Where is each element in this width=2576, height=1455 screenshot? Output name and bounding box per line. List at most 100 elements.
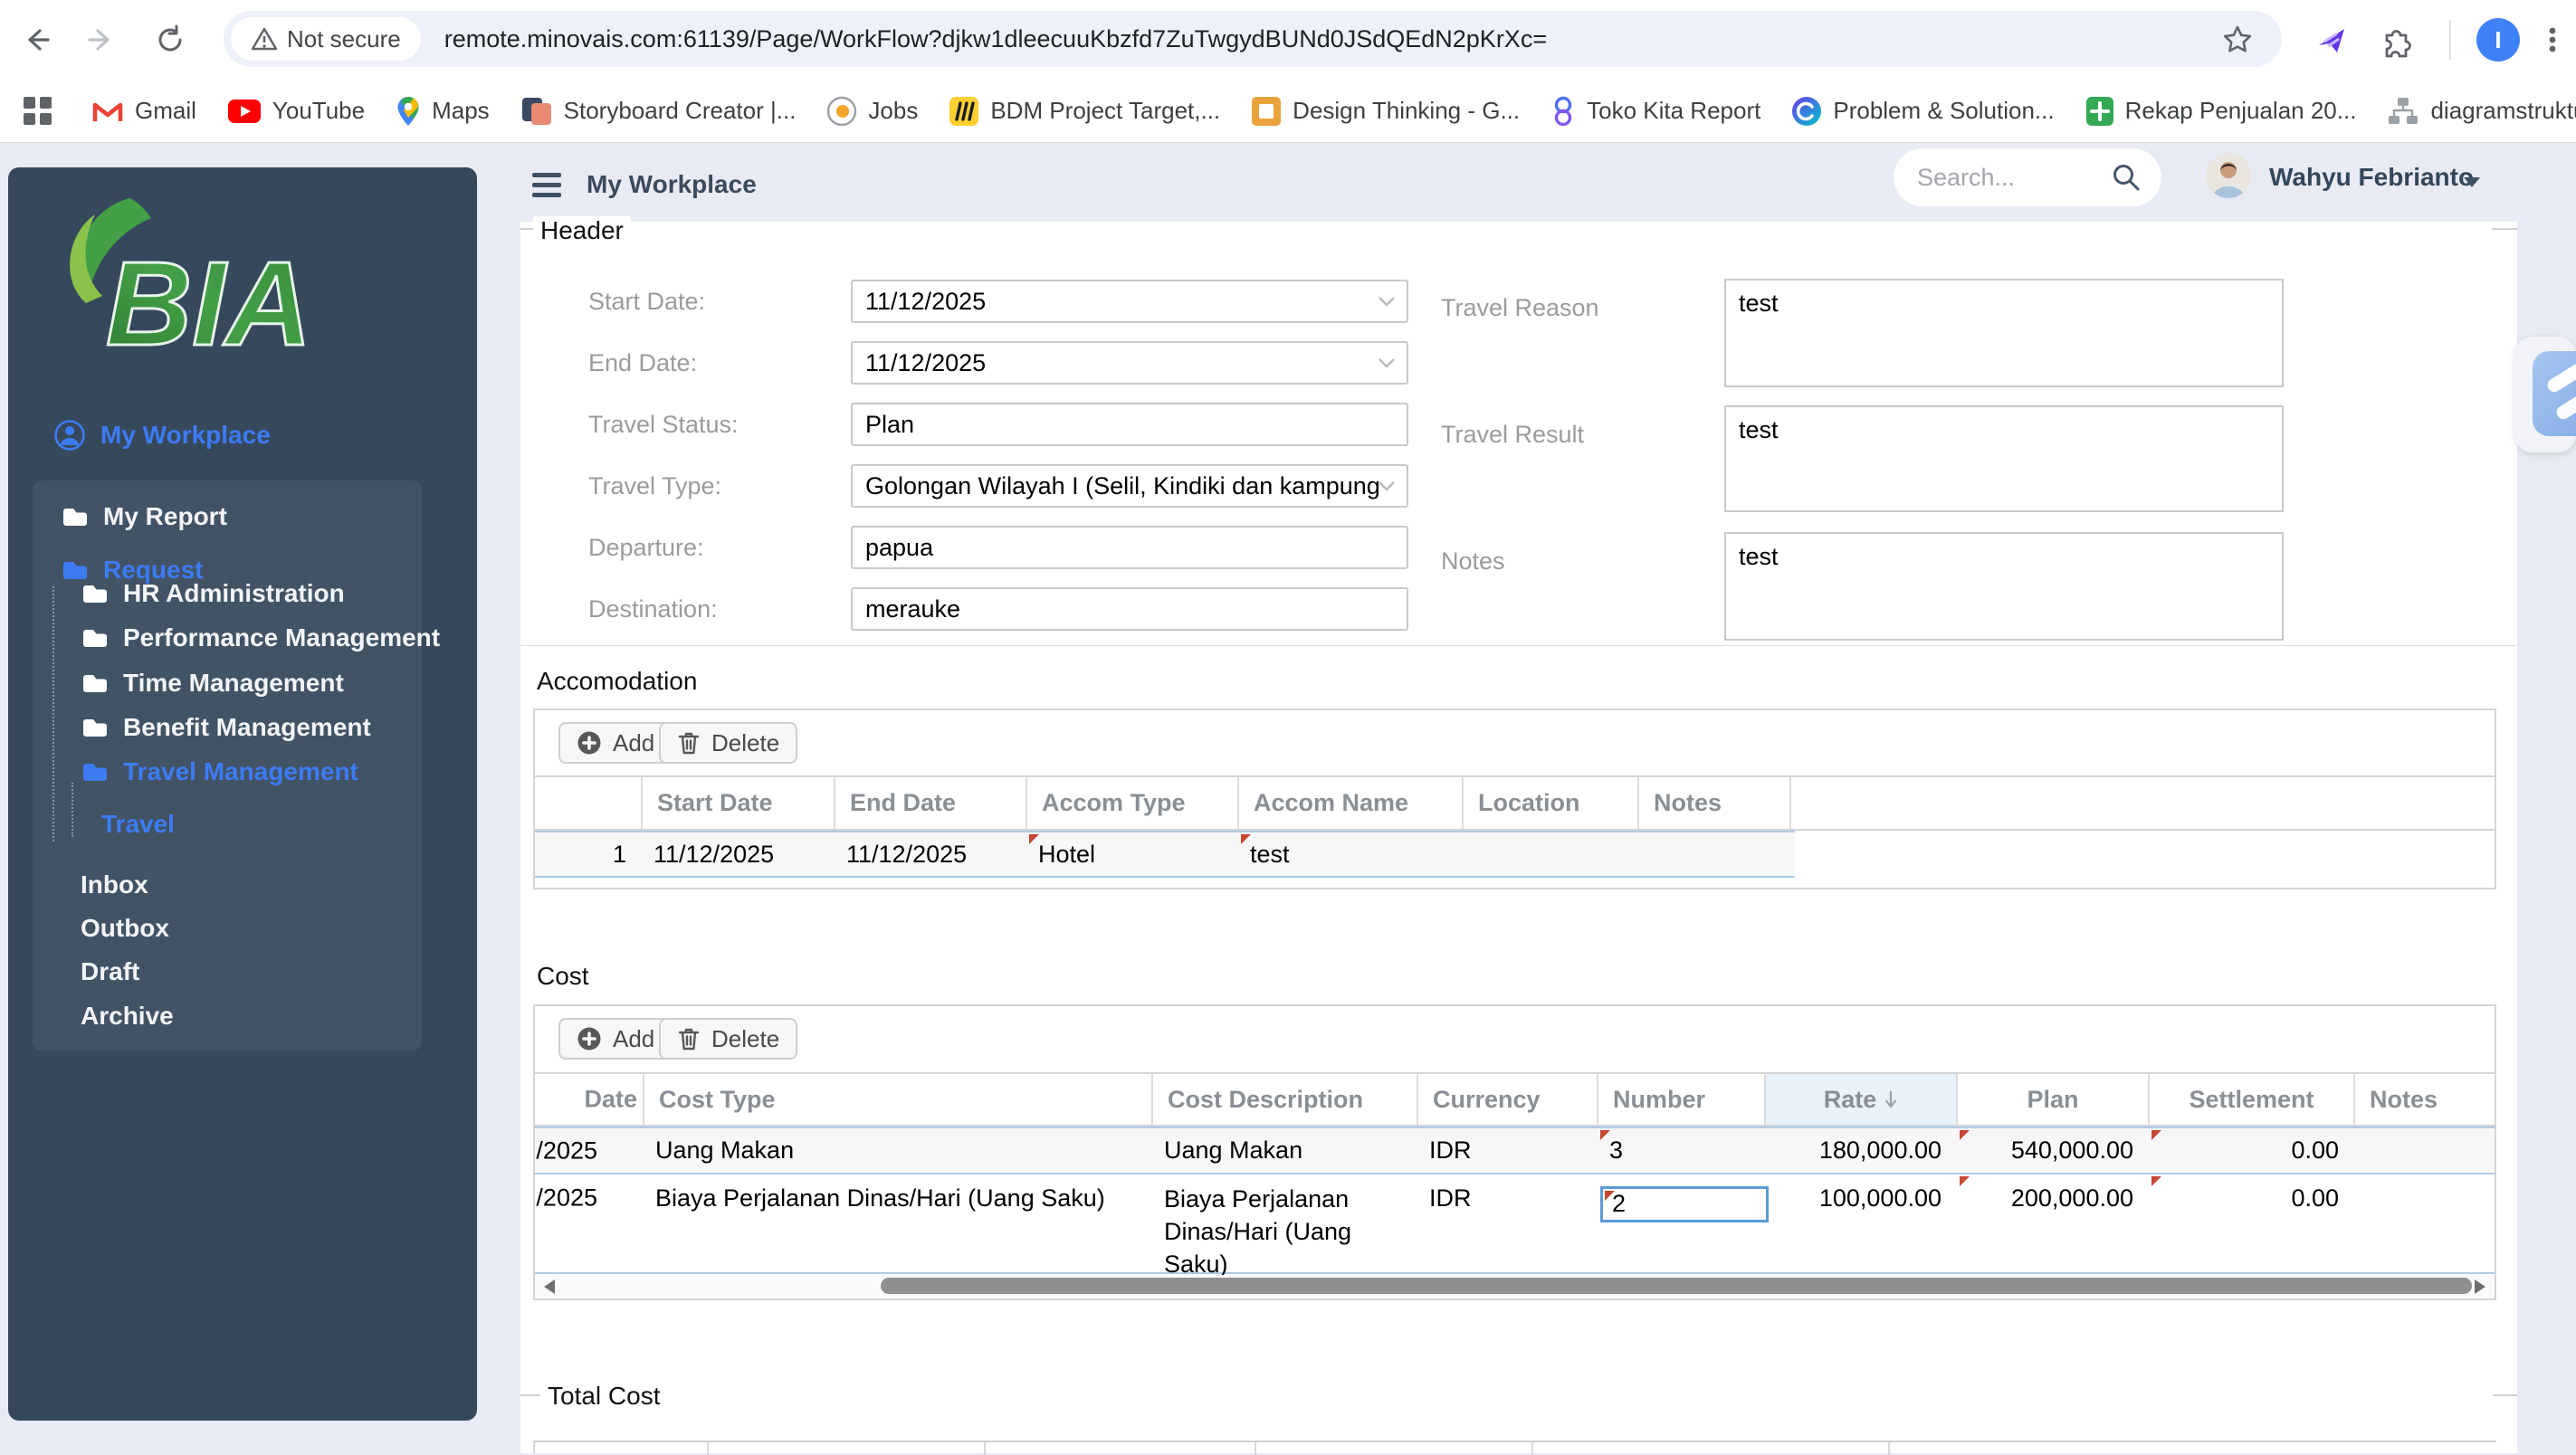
sidebar-item-benefit-management[interactable]: Benefit Management [81,713,371,742]
cell-notes[interactable] [2355,1128,2495,1173]
cell-accom-name[interactable]: test [1239,832,1464,876]
cell-settlement[interactable]: 0.00 [2150,1128,2355,1173]
user-name[interactable]: Wahyu Febrianto [2269,163,2474,192]
bookmark-maps[interactable]: Maps [396,95,490,128]
sidebar-item-archive[interactable]: Archive [81,1002,174,1031]
bookmark-design-thinking[interactable]: Design Thinking - G... [1251,96,1520,127]
sidebar-item-inbox[interactable]: Inbox [81,870,148,899]
travel-result-textarea[interactable]: test [1724,405,2284,512]
column-header-notes[interactable]: Notes [1639,777,1791,829]
cell-accom-type[interactable]: Hotel [1027,832,1239,876]
cell-plan[interactable]: 200,000.00 [1958,1174,2150,1222]
bookmark-youtube[interactable]: YouTube [227,97,365,125]
user-avatar[interactable] [2206,153,2251,198]
column-header-cost-description[interactable]: Cost Description [1153,1074,1418,1125]
cell-number[interactable]: 3 [1598,1128,1766,1173]
browser-menu-icon[interactable] [2534,22,2571,58]
browser-profile-avatar[interactable]: I [2476,18,2520,62]
cell-plan[interactable]: 540,000.00 [1958,1128,2150,1173]
apps-grid-icon[interactable] [24,96,52,126]
cell-end-date[interactable]: 11/12/2025 [835,832,1027,876]
column-header-location[interactable]: Location [1464,777,1639,829]
sidebar-item-my-report[interactable]: My Report [62,502,227,531]
accommodation-delete-button[interactable]: Delete [659,722,798,764]
not-secure-chip[interactable]: Not secure [231,17,421,61]
bookmark-problem-solution[interactable]: Problem & Solution... [1791,96,2055,127]
bookmark-star-icon[interactable] [2219,22,2256,58]
departure-input[interactable]: papua [851,526,1408,569]
column-header-rate-sorted[interactable]: Rate [1766,1074,1958,1125]
scroll-left-icon[interactable] [544,1279,555,1294]
travel-reason-textarea[interactable]: test [1724,279,2284,387]
bookmark-rekap-sheet[interactable]: Rekap Penjualan 20... [2085,96,2356,127]
forward-icon[interactable] [83,22,119,58]
search-icon[interactable] [2111,162,2142,193]
column-header-end-date[interactable]: End Date [835,777,1027,829]
menu-toggle-icon[interactable] [532,173,561,197]
column-header-rownum[interactable] [535,777,643,829]
travel-type-select[interactable]: Golongan Wilayah I (Selil, Kindiki dan k… [851,464,1408,508]
address-bar[interactable]: Not secure remote.minovais.com:61139/Pag… [224,11,2282,67]
sidebar-item-hr-administration[interactable]: HR Administration [81,579,345,608]
bookmark-toko-kita[interactable]: Toko Kita Report [1550,95,1760,128]
cost-row-1[interactable]: 11/12/2025 Uang Makan Uang Makan IDR 3 1… [535,1127,2495,1174]
start-date-input[interactable]: 11/12/2025 [851,280,1408,323]
number-edit-input[interactable]: 2 [1600,1186,1769,1222]
column-header-plan[interactable]: Plan [1958,1074,2150,1125]
url-text[interactable]: remote.minovais.com:61139/Page/WorkFlow?… [444,25,1547,53]
sidebar-item-draft[interactable]: Draft [81,957,139,986]
chevron-down-icon[interactable] [1378,296,1396,308]
destination-input[interactable]: merauke [851,587,1408,631]
accommodation-add-button[interactable]: Add [558,722,673,764]
sidebar-item-time-management[interactable]: Time Management [81,669,344,698]
column-header-currency[interactable]: Currency [1418,1074,1598,1125]
sidebar-item-travel-management[interactable]: Travel Management [81,757,358,786]
cell-cost-type[interactable]: Uang Makan [644,1128,1153,1173]
sidebar-item-my-workplace[interactable]: My Workplace [53,419,271,452]
travel-status-input[interactable]: Plan [851,403,1408,446]
chevron-down-icon[interactable] [1378,480,1396,492]
cell-rate[interactable]: 180,000.00 [1766,1128,1958,1173]
cell-date[interactable]: 11/12/2025 [535,1128,644,1173]
notes-textarea[interactable]: test [1724,532,2284,641]
column-header-cost-notes[interactable]: Notes [2355,1074,2495,1125]
cost-delete-button[interactable]: Delete [659,1018,798,1060]
sidebar-item-travel[interactable]: Travel [101,810,175,839]
column-header-start-date[interactable]: Start Date [643,777,835,829]
floating-extension-widget[interactable] [2533,351,2576,436]
cost-row-2[interactable]: 11/12/2025 Biaya Perjalanan Dinas/Hari (… [535,1174,2495,1278]
column-header-number[interactable]: Number [1598,1074,1766,1125]
cell-location[interactable] [1464,832,1639,876]
accommodation-row-1[interactable]: 1 11/12/2025 11/12/2025 Hotel test [535,831,1795,878]
bookmark-storyboard[interactable]: Storyboard Creator |... [520,96,796,127]
cell-cost-description[interactable]: Biaya Perjalanan Dinas/Hari (Uang Saku) [1153,1174,1418,1280]
column-header-settlement[interactable]: Settlement [2150,1074,2355,1125]
cell-start-date[interactable]: 11/12/2025 [643,832,835,876]
back-icon[interactable] [18,22,54,58]
end-date-input[interactable]: 11/12/2025 [851,341,1408,385]
scroll-right-icon[interactable] [2475,1279,2485,1294]
cell-notes[interactable] [1639,832,1791,876]
chevron-down-icon[interactable] [1378,357,1396,369]
cell-settlement[interactable]: 0.00 [2150,1174,2355,1222]
column-header-accom-name[interactable]: Accom Name [1239,777,1464,829]
extension-badge-icon[interactable] [2314,22,2350,58]
cell-rate[interactable]: 100,000.00 [1766,1174,1958,1222]
column-header-accom-type[interactable]: Accom Type [1027,777,1239,829]
extensions-puzzle-icon[interactable] [2377,22,2413,58]
cell-cost-type[interactable]: Biaya Perjalanan Dinas/Hari (Uang Saku) [644,1174,1153,1222]
horizontal-scrollbar[interactable] [535,1275,2495,1298]
bookmark-jobs[interactable]: Jobs [826,96,918,127]
cell-currency[interactable]: IDR [1418,1128,1598,1173]
sidebar-item-performance-management[interactable]: Performance Management [81,623,440,652]
cell-date[interactable]: 11/12/2025 [535,1174,644,1222]
cell-cost-description[interactable]: Uang Makan [1153,1128,1418,1173]
bookmark-diagram[interactable]: diagramstruktur.dra... [2387,96,2576,127]
search-input[interactable]: Search... [1894,148,2161,206]
scrollbar-thumb[interactable] [881,1278,2472,1294]
column-header-date[interactable]: Date [535,1074,644,1125]
bookmark-gmail[interactable]: Gmail [91,97,196,125]
sidebar-item-outbox[interactable]: Outbox [81,914,169,943]
reload-icon[interactable] [152,22,188,58]
bookmark-bdm-miro[interactable]: BDM Project Target,... [949,96,1220,127]
